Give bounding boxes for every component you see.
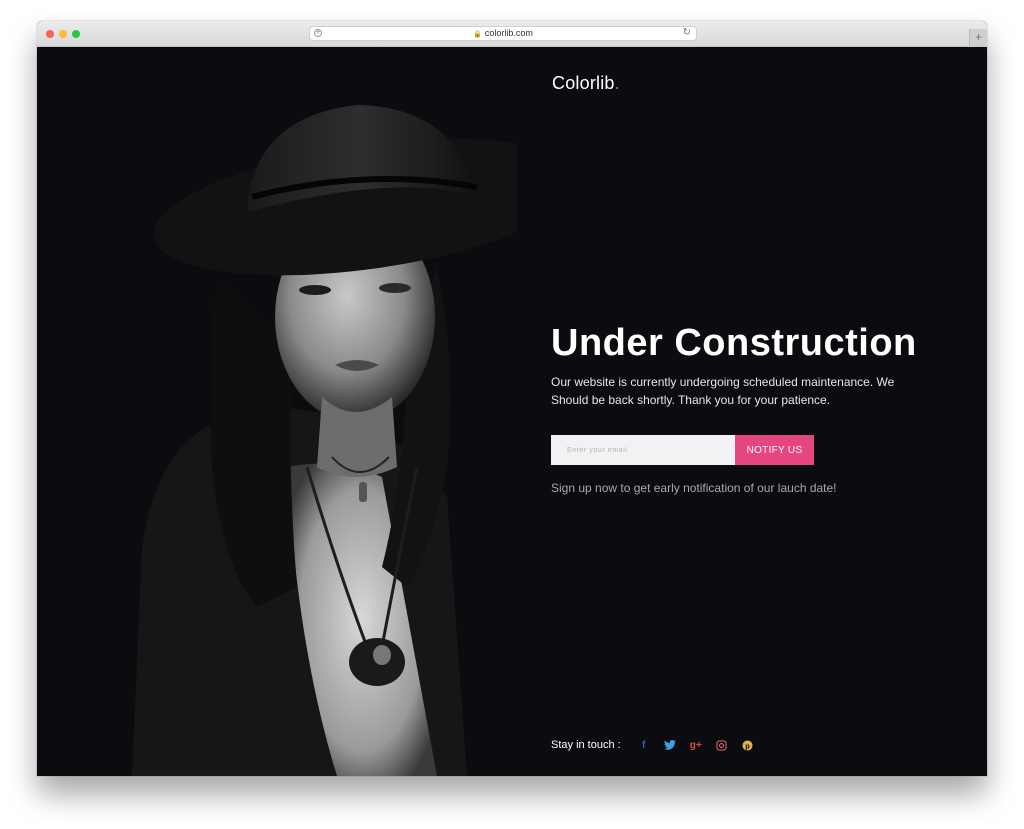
woman-in-hat-photo bbox=[37, 47, 517, 776]
maintenance-description: Our website is currently undergoing sche… bbox=[551, 375, 895, 407]
instagram-icon[interactable] bbox=[715, 738, 729, 752]
page-title: Under Construction bbox=[551, 322, 917, 364]
google-plus-icon[interactable]: g+ bbox=[689, 738, 703, 752]
social-links: Stay in touch : f g+ p bbox=[551, 737, 767, 753]
close-window-button[interactable] bbox=[46, 30, 54, 38]
url-display: 🔒 colorlib.com bbox=[310, 28, 696, 38]
page-content: Colorlib. Under Construction Our website… bbox=[37, 47, 987, 776]
address-bar[interactable]: + 🔒 colorlib.com ↻ bbox=[309, 26, 697, 41]
pinterest-icon[interactable]: p bbox=[741, 738, 755, 752]
hero-photo bbox=[37, 47, 517, 776]
brand-name: Colorlib bbox=[552, 73, 615, 93]
stay-in-touch-label: Stay in touch : bbox=[551, 739, 621, 751]
minimize-window-button[interactable] bbox=[59, 30, 67, 38]
url-text: colorlib.com bbox=[484, 28, 533, 38]
reload-icon[interactable]: ↻ bbox=[683, 27, 691, 38]
twitter-icon[interactable] bbox=[663, 738, 677, 752]
browser-titlebar: + 🔒 colorlib.com ↻ + bbox=[37, 21, 987, 47]
notify-us-button[interactable]: NOTIFY US bbox=[735, 435, 814, 465]
svg-text:p: p bbox=[745, 741, 750, 750]
brand-logo[interactable]: Colorlib. bbox=[552, 73, 620, 94]
brand-dot: . bbox=[614, 73, 620, 93]
email-field[interactable] bbox=[551, 435, 735, 465]
maximize-window-button[interactable] bbox=[72, 30, 80, 38]
facebook-icon[interactable]: f bbox=[637, 738, 651, 752]
lock-icon: 🔒 bbox=[473, 31, 482, 38]
new-tab-button[interactable]: + bbox=[969, 29, 987, 46]
signup-note: Sign up now to get early notification of… bbox=[551, 481, 837, 495]
browser-window: + 🔒 colorlib.com ↻ + Colorlib. Under Con… bbox=[37, 21, 987, 776]
